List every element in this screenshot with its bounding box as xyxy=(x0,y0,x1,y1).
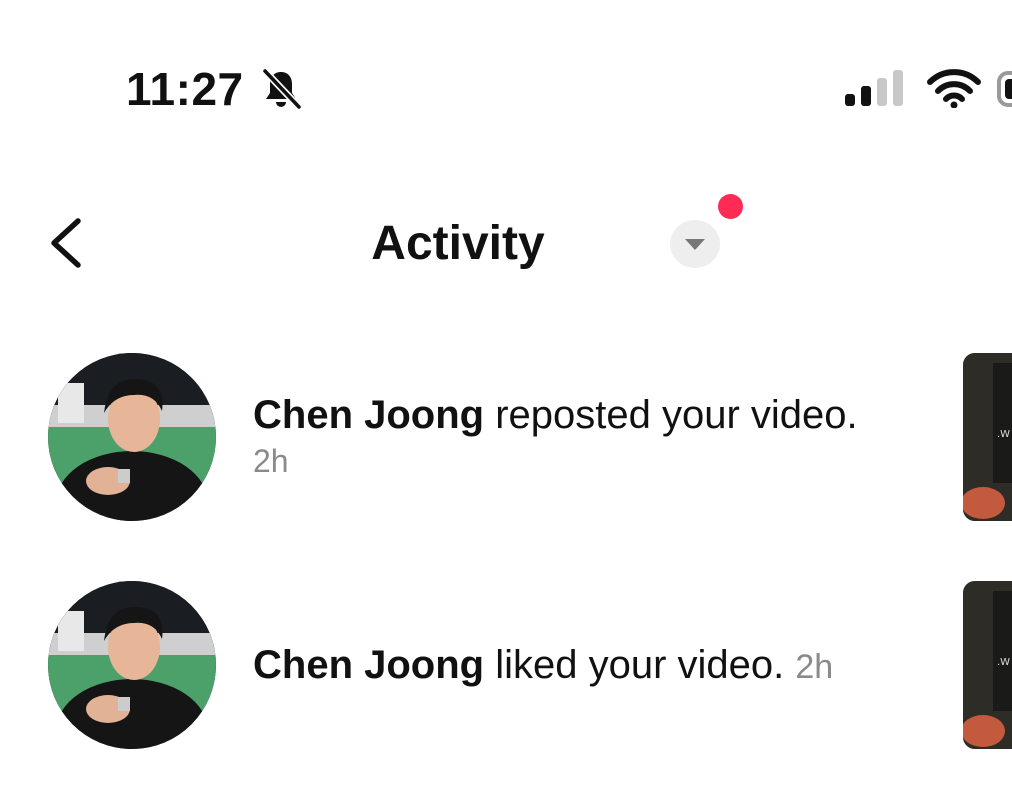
user-avatar[interactable] xyxy=(48,581,216,749)
page-title: Activity xyxy=(371,217,545,270)
battery-icon xyxy=(997,71,1012,107)
activity-timestamp: 2h xyxy=(795,648,834,686)
video-thumbnail[interactable]: .W xyxy=(963,353,1012,521)
activity-action: reposted your video. xyxy=(495,393,858,437)
svg-text:.W: .W xyxy=(997,657,1010,668)
username[interactable]: Chen Joong xyxy=(253,643,484,687)
status-time: 11:27 xyxy=(126,63,244,115)
user-avatar[interactable] xyxy=(48,353,216,521)
username[interactable]: Chen Joong xyxy=(253,393,484,437)
activity-action: liked your video. xyxy=(495,643,785,687)
activity-text: Chen Joong reposted your video. xyxy=(253,391,858,439)
activity-filter-dropdown[interactable] xyxy=(670,220,720,268)
caret-down-icon xyxy=(685,239,705,250)
notification-dot xyxy=(718,194,743,219)
activity-item[interactable]: Chen Joong reposted your video. 2h .W xyxy=(0,353,1012,523)
svg-text:.W: .W xyxy=(997,429,1010,440)
cellular-signal-icon xyxy=(845,70,903,106)
bell-slash-icon xyxy=(261,67,303,111)
activity-text: Chen Joong liked your video. 2h xyxy=(253,641,833,691)
wifi-icon xyxy=(927,69,981,108)
activity-screen: 11:27 Activity Chen Joong reposted your … xyxy=(0,0,1012,799)
activity-timestamp: 2h xyxy=(253,443,289,479)
video-thumbnail[interactable]: .W xyxy=(963,581,1012,749)
activity-item[interactable]: Chen Joong liked your video. 2h .W xyxy=(0,581,1012,751)
